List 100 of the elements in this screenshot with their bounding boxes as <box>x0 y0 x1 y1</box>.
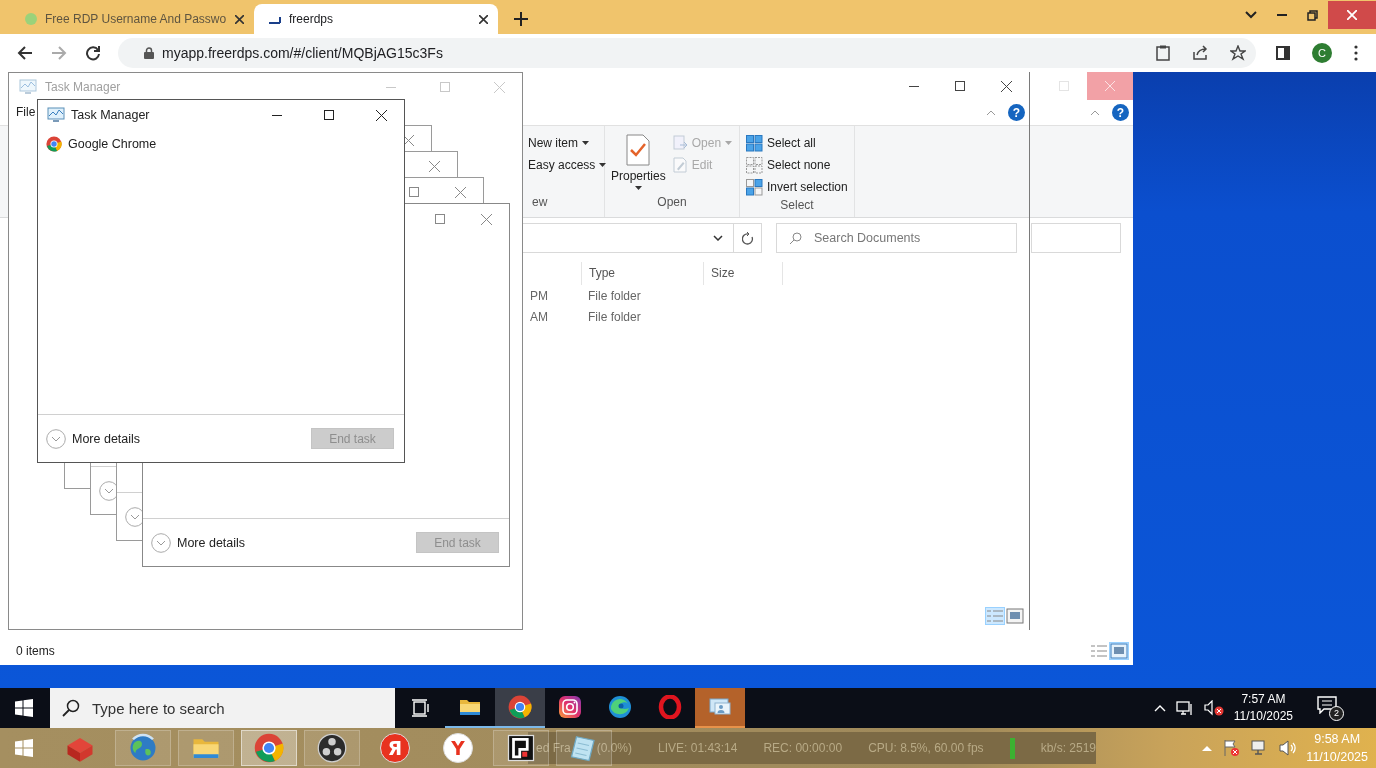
tab-title: Free RDP Username And Passwo <box>45 12 228 26</box>
star-icon[interactable] <box>1230 45 1246 61</box>
edit-document-icon <box>671 157 688 173</box>
clock[interactable]: 7:57 AM 11/10/2025 <box>1233 691 1293 725</box>
more-details-link[interactable]: More details <box>46 428 141 449</box>
windows-logo-icon[interactable] <box>15 699 33 717</box>
window-title: Task Manager <box>45 80 122 94</box>
close-icon[interactable] <box>375 109 387 121</box>
notification-count: 2 <box>1329 705 1344 721</box>
collapse-ribbon-icon[interactable] <box>1090 109 1100 116</box>
back-arrow-icon[interactable] <box>17 45 33 61</box>
large-icons-view-icon[interactable] <box>1006 608 1024 624</box>
chrome-icon[interactable] <box>508 695 532 719</box>
caret-icon <box>599 163 607 167</box>
reload-icon[interactable] <box>85 45 101 61</box>
search-field[interactable]: Search Documents <box>776 223 1017 253</box>
document-check-icon <box>625 134 652 166</box>
menu-item[interactable]: File <box>16 105 36 119</box>
show-hidden-icons-icon[interactable] <box>1153 704 1166 712</box>
ribbon-button[interactable]: Select all <box>746 132 848 154</box>
side-panel-icon[interactable] <box>1276 46 1290 60</box>
close-button[interactable] <box>1328 1 1376 29</box>
column-header[interactable]: Type <box>581 262 703 285</box>
invert-selection-icon <box>746 178 763 196</box>
close-icon[interactable] <box>1000 80 1012 92</box>
chevron-down-icon[interactable] <box>1245 11 1257 19</box>
refresh-button[interactable] <box>733 223 762 253</box>
search-app-icon[interactable]: Я <box>380 733 410 763</box>
window-title: Task Manager <box>71 108 151 122</box>
maximize-icon[interactable] <box>955 81 965 91</box>
caret-icon <box>634 186 642 190</box>
ribbon-button[interactable]: New item <box>528 132 607 154</box>
notifications-button[interactable]: 2 <box>1317 695 1344 721</box>
status-text: 0 items <box>16 644 55 658</box>
browser-tab[interactable]: freerdps <box>254 4 498 34</box>
column-header[interactable]: Size <box>703 262 782 285</box>
stat-text: CPU: 8.5%, 60.00 fps <box>868 741 984 755</box>
ribbon-button[interactable]: Properties <box>611 132 666 195</box>
search-field[interactable]: Type here to search <box>50 688 395 728</box>
taskbar-button[interactable]: Я <box>367 730 423 766</box>
profile-avatar[interactable]: C <box>1312 43 1332 63</box>
share-icon[interactable] <box>1192 45 1208 61</box>
forward-arrow-icon[interactable] <box>51 45 67 61</box>
stat-text: ed Fra <box>536 741 571 755</box>
browser-app-icon[interactable]: Y <box>443 733 473 763</box>
ribbon-button[interactable]: Easy access <box>528 154 607 176</box>
tab-title: freerdps <box>289 12 335 26</box>
frame-app-icon[interactable] <box>506 733 536 763</box>
speaker-icon[interactable] <box>1278 739 1297 757</box>
ribbon-group-label: ew <box>531 195 549 211</box>
address-bar[interactable]: myapp.freerdps.com/#/client/MQBjAG15c3Fs <box>118 38 1256 68</box>
notification-icon <box>1317 695 1337 714</box>
network-icon[interactable] <box>1175 700 1194 716</box>
new-tab-icon[interactable] <box>514 12 528 26</box>
close-icon[interactable] <box>235 14 244 24</box>
search-field[interactable] <box>1031 223 1121 253</box>
clipboard-icon[interactable] <box>1156 45 1170 61</box>
collapse-ribbon-icon[interactable] <box>986 109 996 116</box>
ring-browser-icon[interactable] <box>658 695 682 719</box>
select-all-icon <box>746 134 763 152</box>
lock-icon <box>144 47 154 59</box>
refresh-icon <box>741 231 754 245</box>
stat-text: kb/s: 2519 <box>1040 741 1096 755</box>
stat-text: REC: 00:00:00 <box>763 741 843 755</box>
type-cell-text: File folder <box>587 288 642 303</box>
flag-error-icon[interactable] <box>1222 739 1241 757</box>
wave-browser-icon[interactable] <box>608 695 632 719</box>
more-details-link[interactable]: More details <box>151 532 246 553</box>
stat-text: (0.0%) <box>596 741 633 755</box>
maximize-icon[interactable] <box>324 110 334 120</box>
search-icon <box>789 231 802 245</box>
task-view-icon[interactable] <box>411 699 429 717</box>
taskbar-button[interactable] <box>495 688 545 728</box>
ribbon-group-label: Select <box>779 198 815 214</box>
help-icon[interactable]: ? <box>1112 104 1129 121</box>
task-manager-icon <box>47 107 65 123</box>
close-icon[interactable] <box>479 14 488 24</box>
type-cell-text: File folder <box>587 309 642 324</box>
menu-icon[interactable] <box>1354 45 1358 61</box>
camera-app-icon[interactable] <box>558 695 582 719</box>
obs-icon[interactable] <box>317 733 347 763</box>
process-row[interactable]: Google Chrome <box>38 130 404 158</box>
browser-tab[interactable]: Free RDP Username And Passwo <box>10 4 254 34</box>
help-icon[interactable]: ? <box>1008 104 1025 121</box>
taskbar-button[interactable]: Y <box>430 730 486 766</box>
large-icons-view-icon[interactable] <box>1110 643 1128 659</box>
muted-speaker-icon[interactable] <box>1203 700 1224 716</box>
select-none-icon <box>746 156 763 174</box>
ribbon-group-label: Open <box>656 195 688 211</box>
caret-icon <box>582 141 589 145</box>
task-manager-icon <box>19 79 37 95</box>
restore-icon[interactable] <box>1307 9 1318 21</box>
globe-icon[interactable] <box>128 733 158 763</box>
search-icon <box>62 699 80 717</box>
ribbon-button[interactable]: Invert selection <box>746 176 848 198</box>
caret-icon <box>725 141 733 145</box>
ribbon-button[interactable]: Select none <box>746 154 848 176</box>
stat-text: LIVE: 01:43:14 <box>658 741 738 755</box>
globe-favicon <box>24 12 38 26</box>
dropdown-icon[interactable] <box>713 235 723 241</box>
